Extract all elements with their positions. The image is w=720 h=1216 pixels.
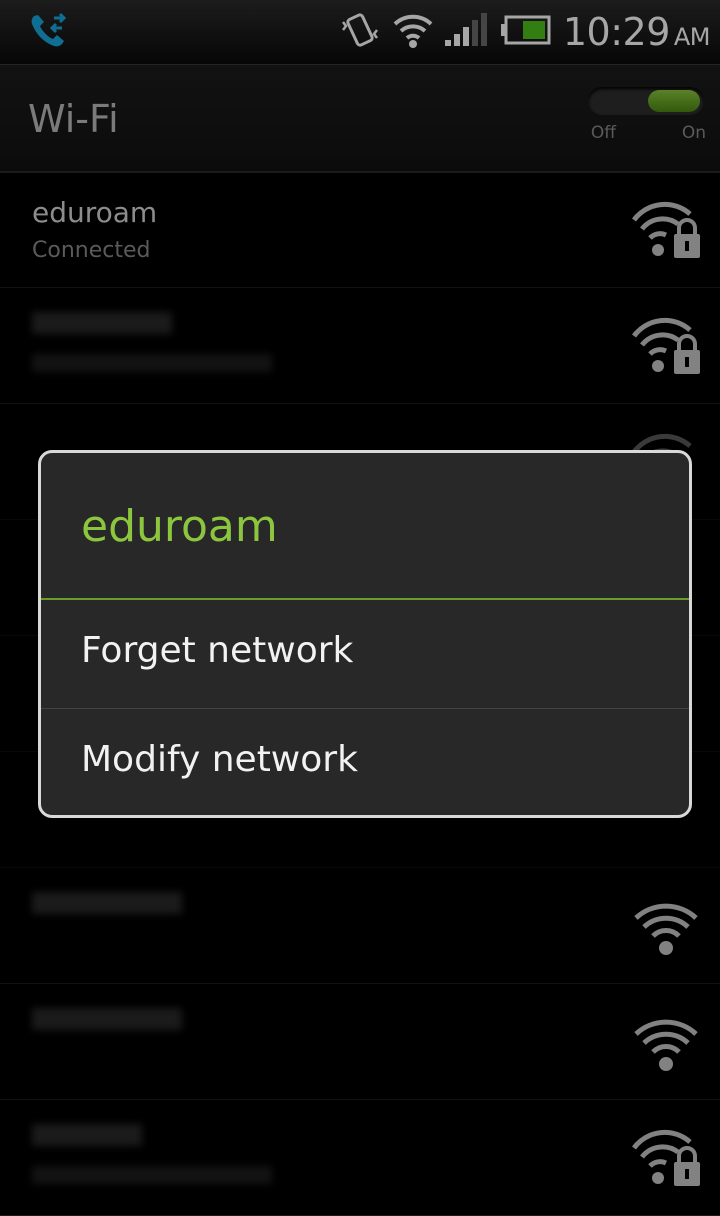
forget-network-button[interactable]: Forget network — [41, 600, 689, 709]
network-options-dialog: eduroam Forget network Modify network — [38, 450, 692, 818]
menu-item-label: Modify network — [81, 739, 358, 780]
dialog-title: eduroam — [81, 501, 278, 552]
menu-item-label: Forget network — [81, 630, 354, 671]
modify-network-button[interactable]: Modify network — [41, 709, 689, 815]
